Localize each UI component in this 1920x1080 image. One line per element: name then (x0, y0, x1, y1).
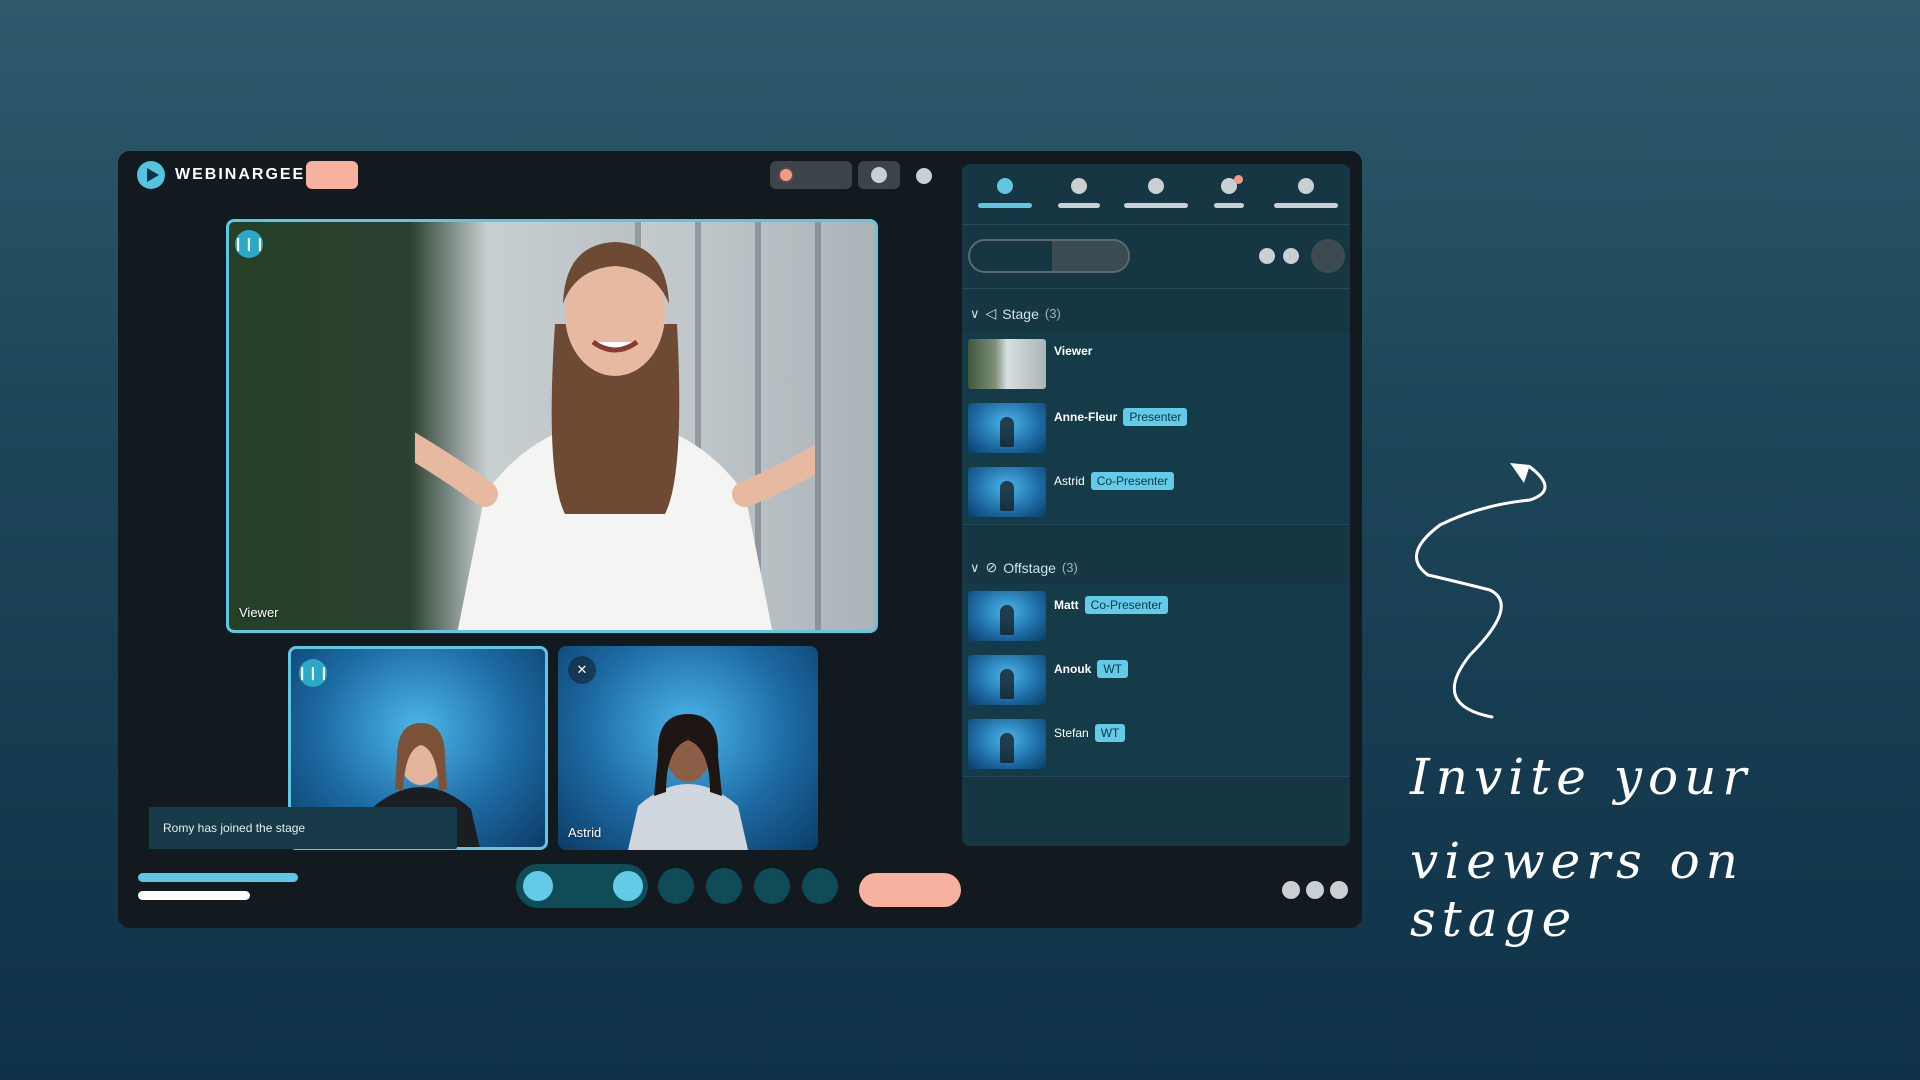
section-title: Offstage (1003, 559, 1056, 576)
settings-dot-icon[interactable] (916, 168, 932, 184)
small-video-label: Astrid (568, 825, 602, 840)
tab-underline (978, 203, 1032, 208)
divider (962, 288, 1350, 289)
megaphone-icon: ◁ (985, 305, 997, 321)
participant-name-wrap: Anne-Fleur Presenter (1054, 408, 1188, 426)
audio-wave-icon: ❙❙❙ (297, 659, 329, 687)
tab-dot-icon (997, 178, 1013, 194)
role-badge: WT (1094, 724, 1126, 742)
participant-thumbnail (968, 719, 1046, 769)
tab-underline (1274, 203, 1338, 208)
control-button-5[interactable] (706, 868, 742, 904)
status-bar-white (138, 891, 250, 900)
role-badge: Co-Presenter (1090, 472, 1175, 490)
audio-wave-icon: ❙❙❙ (233, 230, 265, 258)
status-bar-accent (138, 873, 298, 882)
control-button-7[interactable] (802, 868, 838, 904)
segmented-toggle[interactable] (968, 239, 1130, 273)
tab-underline (1058, 203, 1100, 208)
participants-panel: ∨ ◁ Stage (3) Viewer Anne-Fleur Presenter… (962, 164, 1350, 846)
divider (962, 224, 1350, 225)
sort-dot-icon[interactable] (1283, 248, 1299, 264)
participant-thumbnail (968, 591, 1046, 641)
participant-thumbnail (968, 403, 1046, 453)
participant-thumbnail (968, 655, 1046, 705)
more-dot-icon[interactable] (1306, 881, 1324, 899)
control-button-6[interactable] (754, 868, 790, 904)
tagline-line-2: viewers on stage (1410, 832, 1744, 948)
tagline-line-1: Invite your (1410, 748, 1753, 806)
role-badge: Presenter (1123, 408, 1188, 426)
tab-5[interactable] (1274, 178, 1338, 208)
record-icon (780, 169, 792, 181)
chevron-down-icon: ∨ (970, 305, 980, 321)
list-item[interactable]: Anne-Fleur Presenter (962, 396, 1350, 461)
section-stage[interactable]: ∨ ◁ Stage (3) (970, 305, 1061, 322)
tab-dot-icon (1221, 175, 1243, 194)
record-button[interactable] (770, 161, 852, 189)
screen-share-button[interactable] (610, 868, 646, 904)
leave-button[interactable] (859, 873, 961, 907)
participant-name: Anne-Fleur (1054, 410, 1118, 424)
participant-name: Matt (1054, 598, 1079, 612)
tab-2[interactable] (1058, 178, 1100, 208)
squiggle-arrow-icon (1415, 463, 1547, 719)
list-item[interactable]: Anouk WT (962, 648, 1350, 713)
brand-name: WEBINARGEEK (175, 166, 319, 183)
add-participant-button[interactable] (1311, 239, 1345, 273)
more-dot-icon[interactable] (1330, 881, 1348, 899)
participant-name-wrap: Viewer (1054, 344, 1092, 358)
list-item[interactable]: Astrid Co-Presenter (962, 460, 1350, 525)
participant-name: Viewer (1054, 344, 1093, 358)
list-item[interactable]: Stefan WT (962, 712, 1350, 777)
tab-underline (1214, 203, 1244, 208)
list-item[interactable]: Viewer (962, 332, 1350, 397)
main-video-tile[interactable]: ❙❙❙ Viewer (226, 219, 878, 633)
participant-thumbnail (968, 339, 1046, 389)
more-dot-icon[interactable] (1282, 881, 1300, 899)
participant-name-wrap: Astrid Co-Presenter (1054, 472, 1175, 490)
play-logo-icon (137, 161, 165, 189)
tab-dot-icon (1148, 178, 1164, 194)
tab-dot-icon (1071, 178, 1087, 194)
toggle-selected-half (1052, 241, 1128, 271)
participant-name: Astrid (1054, 474, 1085, 488)
filter-dot-icon[interactable] (1259, 248, 1275, 264)
webinar-app: WEBINARGEEK ❙❙❙ Viewer ❙❙❙ ✕ Astrid Romy… (118, 151, 1362, 928)
participant-figure (628, 714, 748, 850)
main-video-label: Viewer (239, 605, 279, 620)
participant-name: Stefan (1054, 726, 1089, 740)
list-item[interactable]: Matt Co-Presenter (962, 584, 1350, 649)
section-title: Stage (1002, 305, 1039, 322)
participant-name-wrap: Anouk WT (1054, 660, 1128, 678)
live-button[interactable] (306, 161, 358, 189)
camera-button[interactable] (566, 868, 602, 904)
toggle-knob-icon (871, 167, 887, 183)
join-notification: Romy has joined the stage (149, 807, 457, 849)
participant-name: Anouk (1054, 662, 1092, 676)
participant-name-wrap: Matt Co-Presenter (1054, 596, 1169, 614)
tab-chat[interactable] (1214, 175, 1244, 208)
tab-3[interactable] (1124, 178, 1188, 208)
role-badge: Co-Presenter (1084, 596, 1169, 614)
participant-thumbnail (968, 467, 1046, 517)
tab-participants[interactable] (978, 178, 1032, 208)
tab-underline (1124, 203, 1188, 208)
presenter-figure (415, 242, 815, 630)
megaphone-off-icon: ⊘ (985, 559, 998, 575)
logo: WEBINARGEEK (137, 161, 319, 189)
chevron-down-icon: ∨ (970, 559, 980, 575)
camera-toggle[interactable] (858, 161, 900, 189)
video-tile-astrid[interactable]: ✕ Astrid (558, 646, 818, 850)
role-badge: WT (1097, 660, 1128, 678)
notification-badge (1234, 175, 1243, 184)
control-button-4[interactable] (658, 868, 694, 904)
mic-off-icon: ✕ (568, 656, 596, 684)
section-count: (3) (1061, 560, 1078, 575)
mic-button[interactable] (520, 868, 556, 904)
tab-dot-icon (1298, 178, 1314, 194)
section-offstage[interactable]: ∨ ⊘ Offstage (3) (970, 559, 1078, 576)
section-count: (3) (1044, 306, 1061, 321)
participant-name-wrap: Stefan WT (1054, 724, 1126, 742)
